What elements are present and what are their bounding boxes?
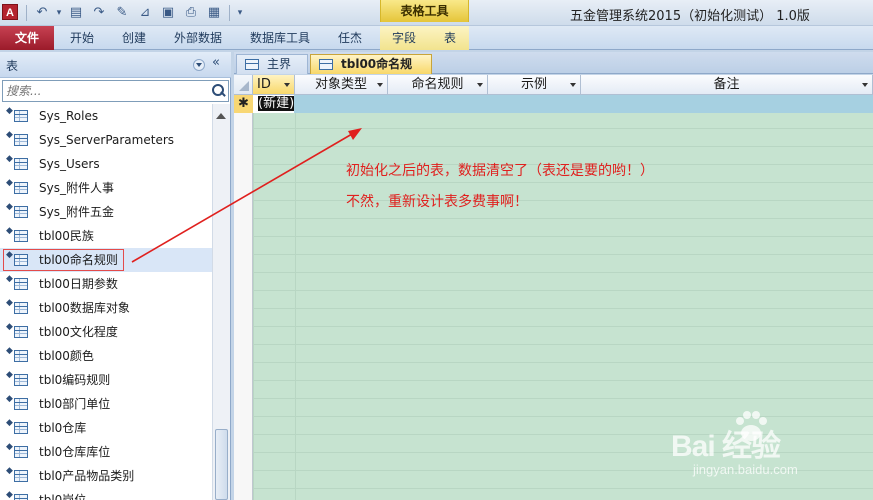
- annotation-text-line2: 不然，重新设计表多费事啊！: [346, 194, 528, 210]
- baidu-jingyan-watermark: Bai 经验 jingyan.baidu.com: [665, 407, 835, 487]
- annotation-text-line1: 初始化之后的表，数据清空了（表还是要的哟！）: [346, 163, 654, 179]
- watermark-url: jingyan.baidu.com: [693, 462, 798, 477]
- watermark-logo-text: Bai 经验: [671, 430, 781, 463]
